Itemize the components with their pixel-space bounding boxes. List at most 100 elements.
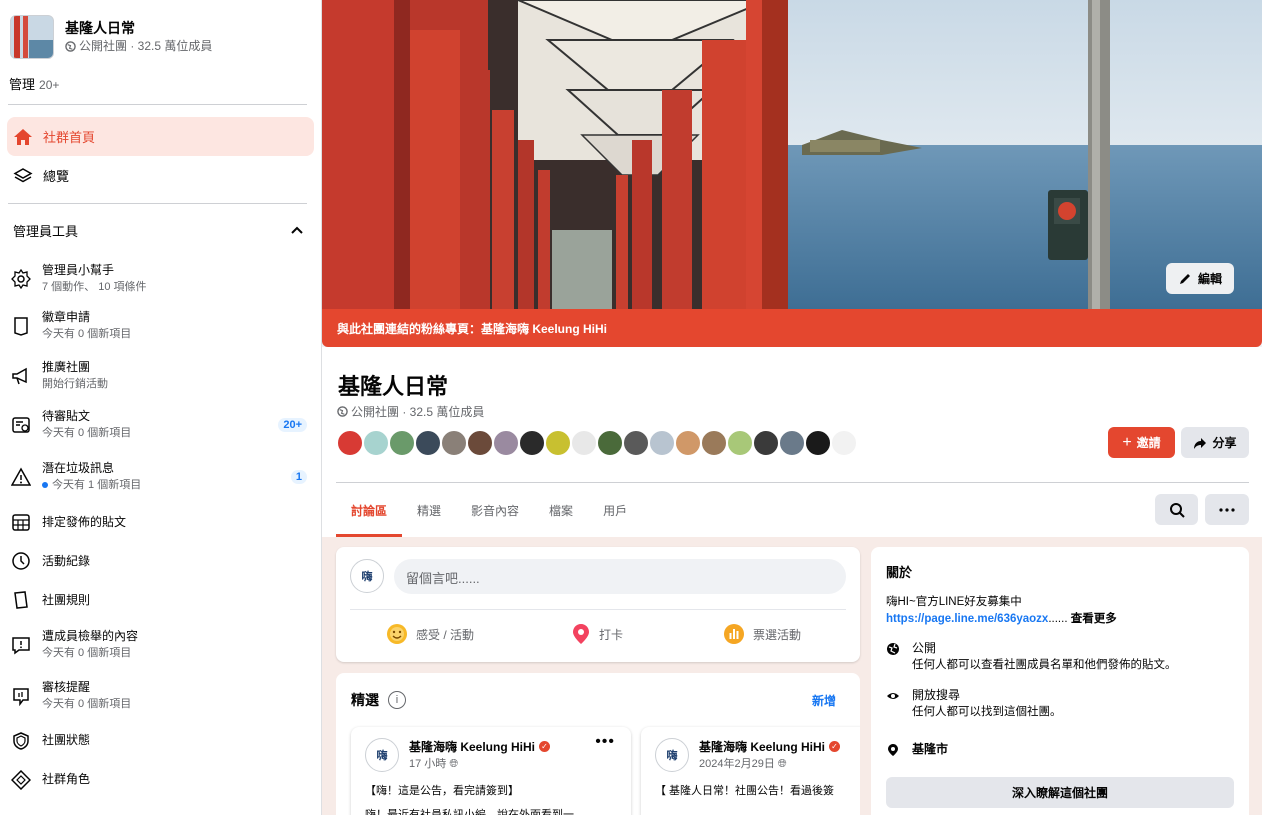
tool-activity-log[interactable]: 活動紀錄 [0, 541, 321, 581]
member-avatar[interactable] [726, 429, 754, 457]
tool-sub: 7 個動作、 10 項條件 [42, 280, 147, 293]
featured-add-button[interactable]: 新增 [812, 692, 836, 709]
smile-icon [387, 624, 407, 644]
calendar-icon [10, 511, 32, 533]
more-options-button[interactable] [1205, 494, 1249, 525]
tool-title: 待審貼文 [42, 409, 91, 423]
tool-scheduled-posts[interactable]: 排定發佈的貼文 [0, 503, 321, 541]
group-name[interactable]: 基隆人日常 [65, 19, 212, 37]
globe-icon [337, 406, 348, 417]
check-in-label: 打卡 [599, 627, 624, 642]
member-avatar[interactable] [362, 429, 390, 457]
group-tabs: 討論區 精選 影音內容 檔案 用戶 [336, 483, 642, 537]
featured-post-card[interactable]: 嗨 基隆海嗨 Keelung HiHi ✓ 17 小時 🌐︎ ••• 【嗨！這是公… [351, 727, 631, 815]
admin-tools-header[interactable]: 管理員工具 [0, 204, 321, 256]
group-meta: 公開社團 · 32.5 萬位成員 [351, 405, 485, 419]
feeling-label: 感受 / 活動 [416, 627, 475, 642]
member-avatar[interactable] [336, 429, 364, 457]
post-author[interactable]: 基隆海嗨 Keelung HiHi [409, 738, 535, 755]
member-avatar[interactable] [466, 429, 494, 457]
check-in-button[interactable]: 打卡 [571, 617, 623, 651]
featured-title: 精選 [351, 692, 379, 708]
visibility-desc: 任何人都可以找到這個社團。 [912, 706, 1062, 718]
tab-discussion[interactable]: 討論區 [336, 483, 403, 537]
member-avatar[interactable] [804, 429, 832, 457]
post-time[interactable]: 17 小時 [409, 758, 446, 770]
member-avatar[interactable] [570, 429, 598, 457]
member-avatar[interactable] [674, 429, 702, 457]
main-content: 編輯 與此社團連結的粉絲專頁：基隆海嗨 Keelung HiHi 基隆人日常 公… [322, 0, 1262, 815]
info-icon[interactable]: i [388, 691, 406, 709]
member-avatar[interactable] [596, 429, 624, 457]
learn-more-button[interactable]: 深入瞭解這個社團 [886, 777, 1234, 808]
cover-photo [322, 0, 1262, 309]
avatar[interactable]: 嗨 [350, 559, 384, 593]
tool-promote[interactable]: 推廣社團 開始行銷活動 [0, 351, 321, 400]
tool-group-rules[interactable]: 社團規則 [0, 581, 321, 619]
post-time[interactable]: 2024年2月29日 [699, 758, 775, 770]
member-avatars[interactable] [336, 429, 858, 457]
location-text[interactable]: 基隆市 [912, 741, 948, 758]
member-avatar[interactable] [830, 429, 858, 457]
tab-files[interactable]: 檔案 [534, 483, 588, 537]
member-avatar[interactable] [622, 429, 650, 457]
poll-button[interactable]: 票選活動 [723, 617, 801, 651]
post-more-icon[interactable]: ••• [595, 733, 615, 751]
poll-label: 票選活動 [753, 627, 802, 642]
tool-moderation-alerts[interactable]: 審核提醒 今天有 0 個新項目 [0, 670, 321, 721]
avatar[interactable]: 嗨 [365, 738, 399, 772]
tool-sub: 今天有 0 個新項目 [42, 646, 132, 659]
plus-icon: + [1122, 433, 1132, 451]
post-author[interactable]: 基隆海嗨 Keelung HiHi [699, 738, 825, 755]
member-avatar[interactable] [700, 429, 728, 457]
invite-button[interactable]: + 邀請 [1108, 427, 1175, 458]
tool-admin-assist[interactable]: 管理員小幫手 7 個動作、 10 項條件 [0, 256, 321, 301]
group-header[interactable]: 基隆人日常 公開社團 · 32.5 萬位成員 [0, 0, 321, 62]
location-pin-icon [573, 624, 589, 644]
tool-community-roles[interactable]: 社群角色 [0, 760, 321, 799]
tool-potential-spam[interactable]: 潛在垃圾訊息 今天有 1 個新項目 1 [0, 450, 321, 503]
member-avatar[interactable] [752, 429, 780, 457]
warning-icon [10, 466, 32, 488]
member-avatar[interactable] [778, 429, 806, 457]
nav-group-home[interactable]: 社群首頁 [7, 117, 314, 156]
shield-icon [10, 730, 32, 752]
linked-page-banner[interactable]: 與此社團連結的粉絲專頁：基隆海嗨 Keelung HiHi [322, 309, 1262, 347]
edit-cover-button[interactable]: 編輯 [1165, 263, 1234, 294]
tool-badge-requests[interactable]: 徽章申請 今天有 0 個新項目 [0, 301, 321, 351]
feeling-activity-button[interactable]: 感受 / 活動 [386, 617, 474, 651]
location-row: 基隆市 [886, 741, 948, 758]
member-avatar[interactable] [492, 429, 520, 457]
globe-icon [65, 40, 76, 52]
tab-featured[interactable]: 精選 [402, 483, 456, 537]
member-avatar[interactable] [440, 429, 468, 457]
about-title: 關於 [886, 565, 913, 580]
share-button[interactable]: 分享 [1181, 427, 1249, 458]
member-avatar[interactable] [648, 429, 676, 457]
member-avatar[interactable] [388, 429, 416, 457]
search-button[interactable] [1155, 494, 1198, 525]
tab-media[interactable]: 影音內容 [456, 483, 534, 537]
group-meta: 公開社團 · 32.5 萬位成員 [79, 39, 213, 53]
avatar[interactable]: 嗨 [655, 738, 689, 772]
featured-section: 精選 i 新增 嗨 基隆海嗨 Keelung HiHi ✓ 17 小時 🌐︎ ••… [336, 673, 860, 815]
featured-post-card[interactable]: 嗨 基隆海嗨 Keelung HiHi ✓ 2024年2月29日 🌐︎ 【 基隆人… [641, 727, 860, 815]
tool-pending-posts[interactable]: 待審貼文 今天有 0 個新項目 20+ [0, 400, 321, 450]
verified-icon: ✓ [539, 741, 551, 752]
tool-reported-content[interactable]: 遭成員檢舉的內容 今天有 0 個新項目 [0, 619, 321, 670]
line-link[interactable]: https://page.line.me/636yaozx [886, 613, 1048, 625]
unread-dot [42, 481, 48, 488]
member-avatar[interactable] [544, 429, 572, 457]
tab-members[interactable]: 用戶 [588, 483, 642, 537]
see-more-link[interactable]: 查看更多 [1071, 613, 1117, 625]
tool-group-status[interactable]: 社團狀態 [0, 721, 321, 760]
composer-input[interactable]: 留個言吧...... [394, 559, 846, 594]
alert-icon [10, 685, 32, 707]
member-avatar[interactable] [518, 429, 546, 457]
group-thumbnail[interactable] [10, 15, 54, 59]
chevron-up-icon[interactable] [290, 223, 304, 237]
search-icon [1169, 502, 1185, 518]
member-avatar[interactable] [414, 429, 442, 457]
nav-overview[interactable]: 總覽 [7, 156, 314, 195]
more-icon [1219, 507, 1235, 512]
